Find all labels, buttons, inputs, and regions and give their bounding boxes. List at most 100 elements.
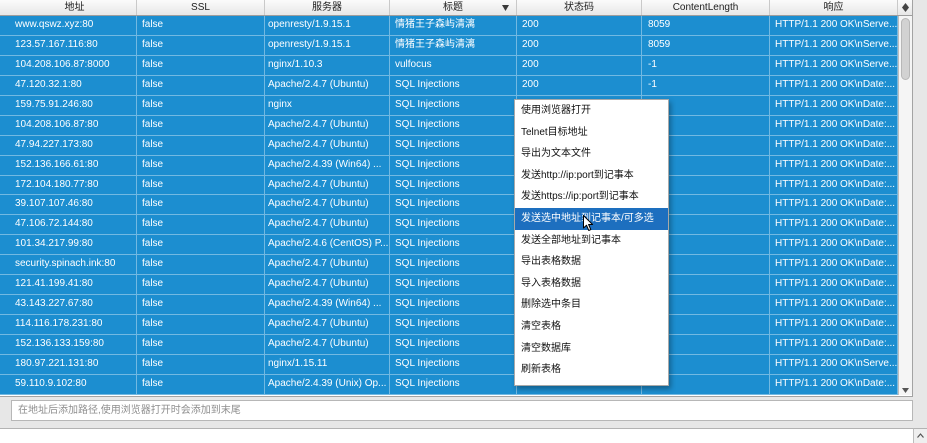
cell-address[interactable]: 101.34.217.99:80 <box>0 235 137 255</box>
cell-address[interactable]: 43.143.227.67:80 <box>0 295 137 315</box>
cell-status[interactable]: 200 <box>517 16 642 35</box>
menu-item-clear-table[interactable]: 清空表格 <box>515 316 668 338</box>
cell-server[interactable]: Apache/2.4.39 (Win64) ... <box>265 295 390 315</box>
cell-address[interactable]: 123.57.167.116:80 <box>0 35 137 55</box>
cell-ssl[interactable]: false <box>137 374 265 394</box>
table-row[interactable]: 172.104.180.77:80 false Apache/2.4.7 (Ubun… <box>0 175 898 196</box>
cell-ssl[interactable]: false <box>137 115 265 135</box>
cell-response[interactable]: HTTP/1.1 200 OK\nDate:... <box>770 295 898 315</box>
table-row[interactable]: 47.94.227.173:80 false Apache/2.4.7 (Ubunt… <box>0 135 898 156</box>
table-row[interactable]: 152.136.166.61:80 false Apache/2.4.39 (Win… <box>0 155 898 176</box>
cell-title[interactable]: SQL Injections <box>390 215 517 235</box>
cell-response[interactable]: HTTP/1.1 200 OK\nDate:... <box>770 315 898 334</box>
cell-ssl[interactable]: false <box>137 335 265 354</box>
cell-server[interactable]: nginx/1.10.3 <box>265 55 390 75</box>
cell-title[interactable]: 情猪王子森屿清漓 <box>390 35 517 55</box>
vertical-scrollbar[interactable] <box>898 16 912 395</box>
cell-title[interactable]: SQL Injections <box>390 335 517 354</box>
cell-ssl[interactable]: false <box>137 135 265 155</box>
table-row[interactable]: security.spinach.ink:80 false Apache/2.4.7… <box>0 255 898 276</box>
cell-server[interactable]: Apache/2.4.7 (Ubuntu) <box>265 215 390 235</box>
table-row[interactable]: www.qswz.xyz:80 false openresty/1.9.15.1 情猪… <box>0 16 898 36</box>
menu-item-export-table-data[interactable]: 导出表格数据 <box>515 251 668 273</box>
cell-address[interactable]: security.spinach.ink:80 <box>0 255 137 275</box>
sort-descending-icon[interactable] <box>502 5 509 11</box>
column-header-content-length[interactable]: ContentLength <box>642 0 770 15</box>
menu-item-send-http-to-notepad[interactable]: 发送http://ip:port到记事本 <box>515 165 668 187</box>
table-row[interactable]: 159.75.91.246:80 false nginx SQL Injections… <box>0 95 898 116</box>
path-input[interactable] <box>11 400 913 421</box>
cell-server[interactable]: nginx <box>265 95 390 115</box>
table-row[interactable]: 43.143.227.67:80 false Apache/2.4.39 (Win6… <box>0 295 898 316</box>
cell-server[interactable]: Apache/2.4.39 (Win64) ... <box>265 155 390 175</box>
table-row[interactable]: 47.106.72.144:80 false Apache/2.4.7 (Ubunt… <box>0 215 898 236</box>
menu-item-send-https-to-notepad[interactable]: 发送https://ip:port到记事本 <box>515 186 668 208</box>
cell-response[interactable]: HTTP/1.1 200 OK\nDate:... <box>770 275 898 295</box>
cell-server[interactable]: Apache/2.4.7 (Ubuntu) <box>265 315 390 334</box>
cell-title[interactable]: SQL Injections <box>390 255 517 275</box>
cell-response[interactable]: HTTP/1.1 200 OK\nDate:... <box>770 95 898 115</box>
cell-title[interactable]: SQL Injections <box>390 95 517 115</box>
cell-title[interactable]: vulfocus <box>390 55 517 75</box>
cell-address[interactable]: 152.136.166.61:80 <box>0 155 137 175</box>
cell-ssl[interactable]: false <box>137 235 265 255</box>
column-header-status-code[interactable]: 状态码 <box>517 0 642 15</box>
cell-status[interactable]: 200 <box>517 35 642 55</box>
cell-title[interactable]: SQL Injections <box>390 75 517 95</box>
cell-server[interactable]: Apache/2.4.7 (Ubuntu) <box>265 135 390 155</box>
cell-address[interactable]: 172.104.180.77:80 <box>0 175 137 195</box>
scrollbar-thumb[interactable] <box>901 18 910 80</box>
cell-content-length[interactable]: -1 <box>642 55 770 75</box>
lower-vertical-scrollbar[interactable] <box>913 428 927 443</box>
column-control-icon[interactable] <box>901 3 909 12</box>
menu-item-open-in-browser[interactable]: 使用浏览器打开 <box>515 100 668 122</box>
cell-ssl[interactable]: false <box>137 16 265 35</box>
menu-item-import-table-data[interactable]: 导入表格数据 <box>515 273 668 295</box>
cell-address[interactable]: www.qswz.xyz:80 <box>0 16 137 35</box>
cell-response[interactable]: HTTP/1.1 200 OK\nServe... <box>770 55 898 75</box>
cell-ssl[interactable]: false <box>137 95 265 115</box>
cell-ssl[interactable]: false <box>137 75 265 95</box>
cell-ssl[interactable]: false <box>137 175 265 195</box>
scroll-down-arrow-icon[interactable] <box>902 388 909 393</box>
cell-response[interactable]: HTTP/1.1 200 OK\nDate:... <box>770 75 898 95</box>
cell-title[interactable]: SQL Injections <box>390 115 517 135</box>
cell-content-length[interactable]: 8059 <box>642 16 770 35</box>
cell-server[interactable]: Apache/2.4.7 (Ubuntu) <box>265 275 390 295</box>
cell-server[interactable]: nginx/1.15.11 <box>265 354 390 374</box>
cell-server[interactable]: Apache/2.4.39 (Unix) Op... <box>265 374 390 394</box>
cell-title[interactable]: SQL Injections <box>390 374 517 394</box>
cell-status[interactable]: 200 <box>517 75 642 95</box>
cell-ssl[interactable]: false <box>137 275 265 295</box>
cell-address[interactable]: 121.41.199.41:80 <box>0 275 137 295</box>
table-row[interactable]: 39.107.107.46:80 false Apache/2.4.7 (Ubunt… <box>0 195 898 216</box>
table-row[interactable]: 152.136.133.159:80 false Apache/2.4.7 (Ubu… <box>0 335 898 355</box>
cell-title[interactable]: SQL Injections <box>390 175 517 195</box>
cell-title[interactable]: SQL Injections <box>390 195 517 215</box>
cell-address[interactable]: 47.120.32.1:80 <box>0 75 137 95</box>
cell-server[interactable]: Apache/2.4.7 (Ubuntu) <box>265 195 390 215</box>
cell-ssl[interactable]: false <box>137 315 265 334</box>
cell-title[interactable]: SQL Injections <box>390 295 517 315</box>
column-header-server[interactable]: 服务器 <box>265 0 390 15</box>
cell-ssl[interactable]: false <box>137 354 265 374</box>
table-row[interactable]: 47.120.32.1:80 false Apache/2.4.7 (Ubuntu)… <box>0 75 898 96</box>
cell-server[interactable]: Apache/2.4.7 (Ubuntu) <box>265 115 390 135</box>
menu-item-clear-database[interactable]: 清空数据库 <box>515 338 668 360</box>
cell-address[interactable]: 159.75.91.246:80 <box>0 95 137 115</box>
cell-ssl[interactable]: false <box>137 215 265 235</box>
cell-response[interactable]: HTTP/1.1 200 OK\nServe... <box>770 35 898 55</box>
cell-server[interactable]: openresty/1.9.15.1 <box>265 35 390 55</box>
menu-item-refresh-table[interactable]: 刷新表格 <box>515 359 668 381</box>
cell-response[interactable]: HTTP/1.1 200 OK\nDate:... <box>770 135 898 155</box>
cell-address[interactable]: 104.208.106.87:80 <box>0 115 137 135</box>
column-header-title[interactable]: 标题 <box>390 0 517 15</box>
menu-item-export-text-file[interactable]: 导出为文本文件 <box>515 143 668 165</box>
cell-ssl[interactable]: false <box>137 295 265 315</box>
cell-response[interactable]: HTTP/1.1 200 OK\nServe... <box>770 16 898 35</box>
cell-content-length[interactable]: 8059 <box>642 35 770 55</box>
cell-server[interactable]: Apache/2.4.7 (Ubuntu) <box>265 175 390 195</box>
cell-server[interactable]: Apache/2.4.6 (CentOS) P... <box>265 235 390 255</box>
cell-address[interactable]: 59.110.9.102:80 <box>0 374 137 394</box>
cell-ssl[interactable]: false <box>137 35 265 55</box>
